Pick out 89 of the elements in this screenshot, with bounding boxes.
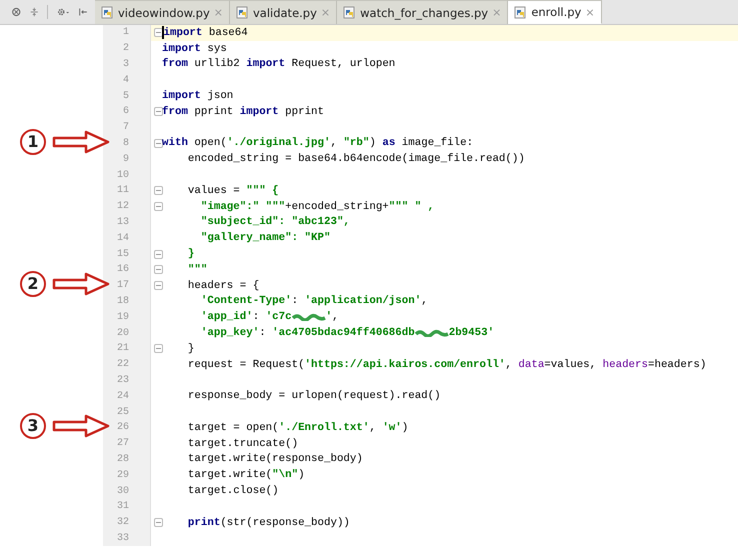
- code-line: }: [186, 342, 196, 357]
- file-tab[interactable]: validate.py ×: [230, 0, 338, 24]
- file-tab[interactable]: videowindow.py ×: [95, 0, 230, 24]
- code-line: encoded_string = base64.b64encode(image_file.read()): [186, 152, 526, 168]
- code-line: headers = {: [186, 278, 260, 294]
- redaction-scribble: [292, 313, 326, 322]
- file-tab[interactable]: watch_for_changes.py ×: [337, 0, 508, 24]
- line-number: 29: [116, 470, 129, 481]
- line-number: 21: [116, 343, 129, 354]
- code-line: 'app_key': 'ac4705bdac94ff40686db 2b9453': [200, 326, 496, 341]
- line-number: 17: [116, 280, 129, 292]
- fold-marker-icon[interactable]: [154, 138, 163, 148]
- python-file-icon: [236, 6, 249, 19]
- hide-icon[interactable]: [78, 6, 88, 18]
- code-line: target = open('./Enroll.txt', 'w'): [186, 420, 410, 436]
- code-line: "gallery_name": "KP": [200, 231, 332, 246]
- code-line: 'app_id': 'c7c ',: [200, 310, 340, 326]
- collapse-icon[interactable]: [30, 6, 38, 18]
- fold-marker-icon[interactable]: [154, 186, 163, 196]
- line-number: 18: [116, 296, 129, 307]
- line-number: 10: [116, 170, 129, 181]
- code-line: import json: [162, 89, 234, 104]
- line-number: 31: [116, 501, 129, 512]
- arrow-icon: [52, 272, 110, 296]
- callout-number: 2: [20, 270, 46, 297]
- line-number: 19: [116, 312, 129, 323]
- line-number: 4: [122, 74, 129, 86]
- line-number: 20: [116, 328, 129, 339]
- code-line: from urllib2 import Request, urlopen: [162, 57, 396, 72]
- line-number: 3: [122, 58, 129, 70]
- code-line: import sys: [162, 42, 228, 57]
- code-line: from pprint import pprint: [162, 104, 326, 120]
- code-line: request = Request('https://api.kairos.com/enroll', data=values, headers=headers): [186, 358, 708, 373]
- fold-marker-icon[interactable]: [154, 250, 163, 259]
- callout-number: 1: [20, 128, 46, 155]
- arrow-icon: [52, 130, 110, 154]
- code-line: print(str(response_body)): [186, 516, 351, 530]
- fold-marker-icon[interactable]: [154, 281, 163, 290]
- line-number: 11: [116, 185, 129, 196]
- code-line: }: [186, 247, 196, 262]
- code-line: target.truncate(): [186, 436, 300, 452]
- line-number: 22: [116, 359, 129, 370]
- fold-marker-icon[interactable]: [154, 28, 163, 38]
- code-line: """: [186, 262, 208, 278]
- code-line: "subject_id": "abc123",: [200, 215, 351, 230]
- line-number: 26: [116, 422, 129, 434]
- line-number: 6: [122, 106, 129, 118]
- target-icon[interactable]: [12, 6, 21, 18]
- fold-marker-icon[interactable]: [154, 265, 163, 274]
- line-number: 8: [122, 138, 129, 149]
- file-tab[interactable]: enroll.py ×: [508, 0, 602, 24]
- text-cursor: [162, 26, 164, 40]
- code-line: 'Content-Type': 'application/json',: [200, 294, 429, 310]
- code-line: target.close(): [186, 484, 280, 499]
- callout-number: 3: [20, 412, 46, 439]
- line-number: 14: [116, 232, 129, 244]
- line-number: 13: [116, 216, 129, 228]
- code-line: values = """ {: [186, 184, 280, 199]
- code-line: response_body = urlopen(request).read(): [186, 389, 442, 404]
- python-file-icon: [343, 6, 356, 19]
- fold-marker-icon[interactable]: [154, 202, 163, 212]
- line-number: 25: [116, 406, 129, 418]
- code-line: target.write("\n"): [186, 468, 306, 484]
- line-number: 12: [116, 201, 129, 212]
- arrow-icon: [52, 414, 110, 438]
- line-number: 33: [116, 532, 129, 544]
- fold-marker-icon[interactable]: [154, 344, 163, 354]
- python-file-icon: [101, 6, 114, 19]
- line-number: 24: [116, 390, 129, 402]
- line-number: 23: [116, 374, 129, 386]
- code-line: "image":" """+encoded_string+""" " ,: [200, 200, 436, 215]
- line-number: 2: [122, 43, 129, 54]
- code-line: target.write(response_body): [186, 452, 364, 468]
- fold-marker-icon[interactable]: [154, 107, 163, 116]
- line-number: 9: [122, 154, 129, 165]
- line-number: 30: [116, 486, 129, 496]
- line-number: 27: [116, 438, 129, 450]
- python-file-icon: [514, 6, 528, 18]
- code-line: with open('./original.jpg', "rb") as image_file:: [162, 136, 474, 152]
- line-number: 15: [116, 248, 129, 260]
- settings-icon[interactable]: [56, 6, 70, 18]
- redaction-scribble: [414, 329, 449, 338]
- line-number: 7: [122, 122, 129, 134]
- line-number: 28: [116, 454, 129, 465]
- line-number: 1: [122, 27, 129, 38]
- line-number: 5: [122, 90, 129, 102]
- line-number: 16: [116, 264, 129, 276]
- line-number: 32: [116, 517, 129, 528]
- fold-marker-icon[interactable]: [154, 518, 163, 528]
